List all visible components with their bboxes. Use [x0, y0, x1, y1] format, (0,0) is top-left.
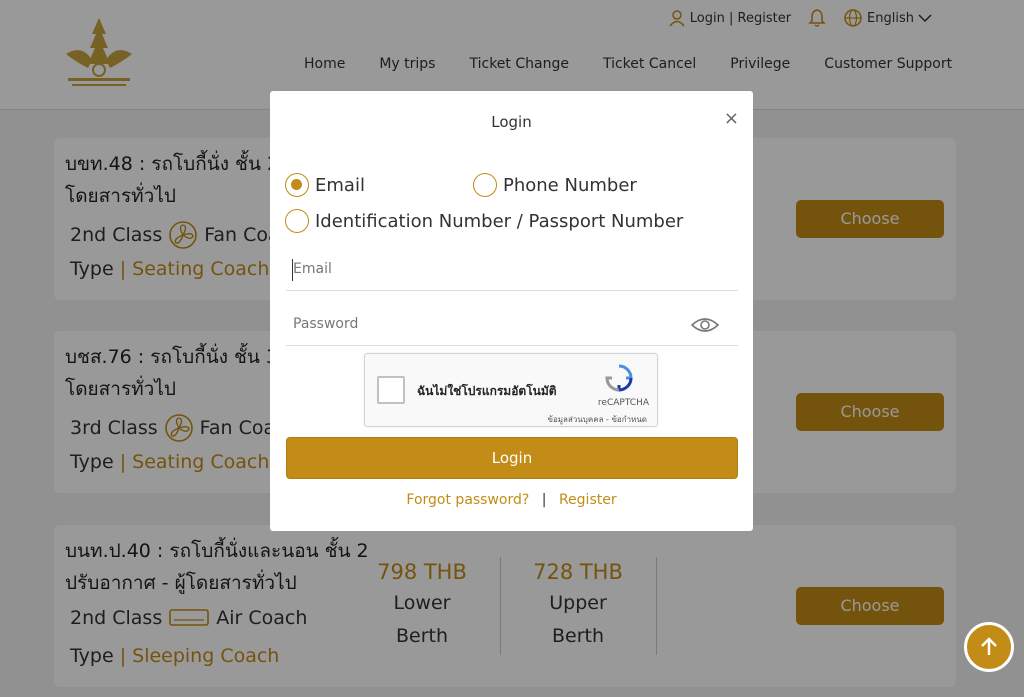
radio-label: Phone Number: [503, 174, 637, 196]
login-modal: Login × Email Phone Number Identificatio…: [270, 91, 753, 531]
radio-email[interactable]: Email: [285, 173, 365, 197]
eye-icon[interactable]: [690, 316, 720, 334]
login-button[interactable]: Login: [286, 437, 738, 479]
auth-links: Forgot password? | Register: [270, 492, 753, 508]
close-icon[interactable]: ×: [724, 108, 739, 129]
recaptcha-checkbox[interactable]: [377, 376, 405, 404]
recaptcha-brand: reCAPTCHA: [597, 398, 649, 408]
password-field[interactable]: Password: [286, 306, 738, 346]
radio-button[interactable]: [285, 173, 309, 197]
radio-label: Identification Number / Passport Number: [315, 210, 684, 232]
radio-button[interactable]: [473, 173, 497, 197]
forgot-password-link[interactable]: Forgot password?: [406, 492, 529, 508]
radio-button[interactable]: [285, 209, 309, 233]
email-placeholder: Email: [293, 261, 332, 277]
recaptcha-label: ฉันไม่ใช่โปรแกรมอัตโนมัติ: [417, 384, 557, 398]
radio-id-passport[interactable]: Identification Number / Passport Number: [285, 209, 683, 233]
recaptcha-widget: ฉันไม่ใช่โปรแกรมอัตโนมัติ reCAPTCHA ข้อม…: [364, 353, 658, 427]
register-link[interactable]: Register: [559, 492, 617, 508]
modal-title: Login: [491, 113, 532, 131]
email-field[interactable]: Email: [286, 251, 738, 291]
recaptcha-icon: [605, 364, 633, 392]
password-placeholder: Password: [293, 316, 359, 332]
scroll-to-top-button[interactable]: [964, 622, 1014, 672]
radio-phone[interactable]: Phone Number: [473, 173, 637, 197]
recaptcha-links[interactable]: ข้อมูลส่วนบุคคล - ข้อกำหนด: [548, 413, 648, 426]
arrow-up-icon: [981, 637, 997, 655]
radio-label: Email: [315, 174, 365, 196]
link-separator: |: [541, 492, 547, 508]
